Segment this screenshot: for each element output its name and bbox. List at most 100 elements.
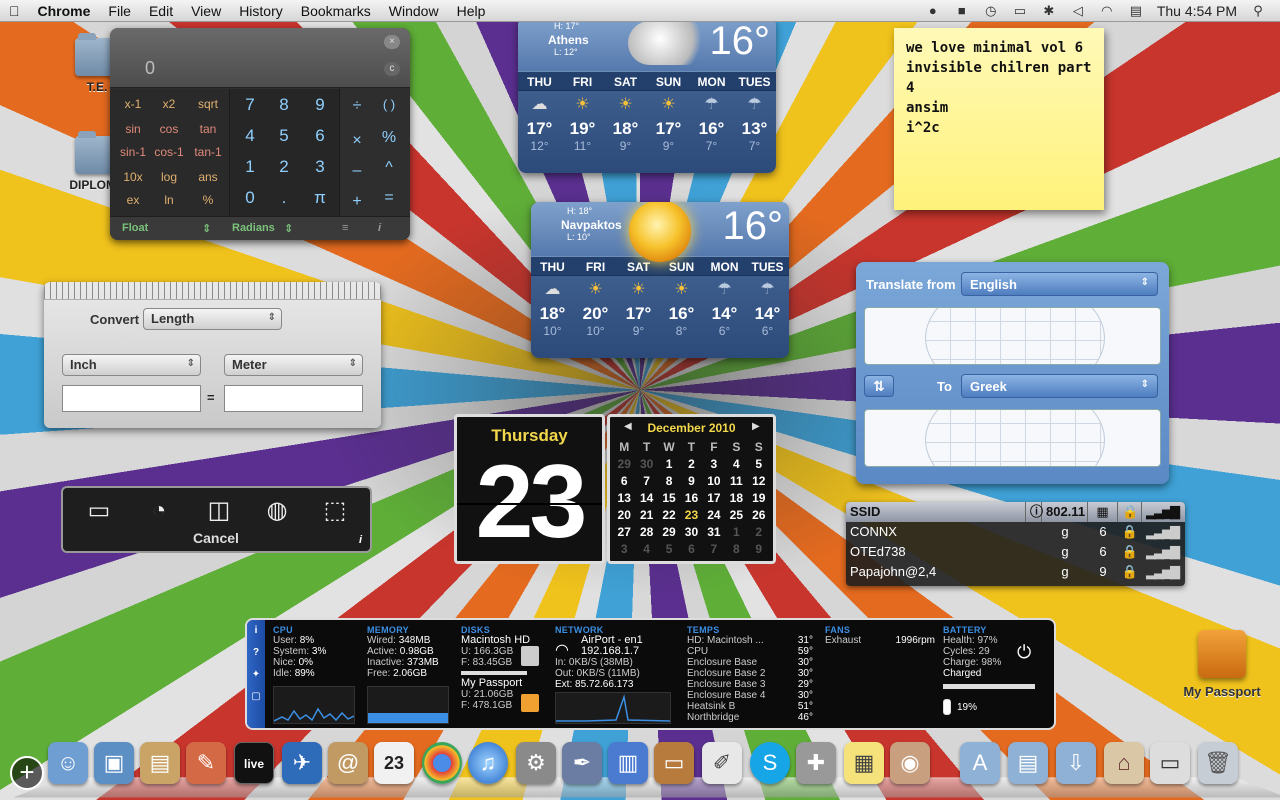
sticky-note[interactable]: we love minimal vol 6 invisible chilren … [894,28,1104,210]
calendar-day[interactable]: 7 [635,472,657,489]
key-power[interactable]: ^ [378,159,400,177]
key-sin[interactable]: sin [116,122,150,136]
swap-languages-button[interactable]: ⇅ [864,375,894,397]
finder-icon[interactable]: ☺ [48,742,88,784]
timer-capture-icon[interactable]: ◔ [139,494,179,528]
home-icon[interactable]: ⌂ [1104,742,1144,784]
cancel-button[interactable]: Cancel [193,530,239,546]
key-decimal[interactable]: . [272,188,296,208]
calendar-day[interactable]: 3 [703,455,725,472]
lock-icon[interactable]: 🔒 [1118,502,1142,522]
calendar-day[interactable]: 8 [658,472,680,489]
calendar-day[interactable]: 14 [635,489,657,506]
ableton-live-icon[interactable]: live [234,742,274,784]
key-tan[interactable]: tan [190,122,226,136]
gauge-icon[interactable]: ◍ [257,494,297,528]
folder-icon[interactable]: ▤ [140,742,180,784]
photo-booth-icon[interactable]: ◉ [890,742,930,784]
documents-folder-icon[interactable]: ▤ [1008,742,1048,784]
help-icon[interactable]: ? [247,642,265,664]
float-mode-select[interactable]: Float [122,222,148,234]
calendar-day[interactable]: 26 [748,506,770,523]
my-passport-drive[interactable]: My Passport [1180,630,1264,699]
bluetooth-icon[interactable]: ✱ [1041,3,1057,18]
key-7[interactable]: 7 [238,95,262,115]
app-menu[interactable]: Chrome [29,3,100,19]
menu-window[interactable]: Window [380,3,448,19]
app-tray-icon[interactable]: ■ [954,3,970,18]
key-percent[interactable]: % [378,129,400,147]
calendar-day[interactable]: 27 [613,523,635,540]
to-value-input[interactable] [224,385,363,412]
calendar-day[interactable]: 29 [613,455,635,472]
key-acos[interactable]: cos-1 [150,145,188,159]
wifi-icon[interactable]: ◠ [1099,3,1115,18]
calendar-day[interactable]: 19 [748,489,770,506]
ical-icon[interactable]: 23 [374,742,414,784]
calendar-day[interactable]: 16 [680,489,702,506]
key-ans[interactable]: ans [190,170,226,184]
key-2[interactable]: 2 [272,157,296,177]
clear-button[interactable]: c [384,62,400,76]
calendar-day[interactable]: 6 [680,540,702,557]
info-icon[interactable]: i [359,534,362,546]
key-4[interactable]: 4 [238,126,262,146]
calendar-day[interactable]: 15 [658,489,680,506]
system-preferences-icon[interactable]: ⚙ [516,742,556,784]
window-icon[interactable]: ▢ [247,686,265,708]
info-icon[interactable]: ⓘ [1026,502,1043,522]
calendar-day[interactable]: 5 [748,455,770,472]
channel-grid-icon[interactable]: ▦ [1088,502,1118,522]
info-icon[interactable]: i [378,222,381,234]
key-5[interactable]: 5 [272,126,296,146]
flip-date-widget[interactable]: Thursday 23 [454,414,605,564]
key-log[interactable]: log [152,170,186,184]
info-icon[interactable]: i [247,620,265,642]
calendar-day[interactable]: 11 [725,472,747,489]
calendar-day[interactable]: 6 [613,472,635,489]
volume-icon[interactable]: ◁ [1070,3,1086,18]
calendar-day[interactable]: 30 [635,455,657,472]
wifi-network-row[interactable]: CONNX g 6 🔒 ▂▃▅▇ [846,522,1185,542]
menu-edit[interactable]: Edit [140,3,182,19]
key-1[interactable]: 1 [238,157,262,177]
spotlight-icon[interactable]: ⚲ [1250,3,1266,18]
paper-tape-icon[interactable]: ≡ [342,222,348,234]
calendar-day[interactable]: 13 [613,489,635,506]
menu-file[interactable]: File [99,3,140,19]
key-exp[interactable]: ex [116,193,150,207]
display-capture-icon[interactable]: ▭ [79,494,119,528]
skype-icon[interactable]: S [750,742,790,784]
calendar-day[interactable]: 4 [635,540,657,557]
signal-icon[interactable]: ▂▃▅▇ [1142,502,1182,522]
address-book-icon[interactable]: @ [328,742,368,784]
key-pi[interactable]: π [308,188,332,208]
ssid-header[interactable]: SSID [846,502,1026,522]
key-8[interactable]: 8 [272,95,296,115]
key-3[interactable]: 3 [308,157,332,177]
calendar-day[interactable]: 3 [613,540,635,557]
calendar-day[interactable]: 29 [658,523,680,540]
calendar-day[interactable]: 21 [635,506,657,523]
source-language-select[interactable]: English [961,272,1158,296]
menu-history[interactable]: History [230,3,292,19]
calendar-day[interactable]: 24 [703,506,725,523]
calendar-day[interactable]: 12 [748,472,770,489]
textedit-icon[interactable]: ✐ [702,742,742,784]
to-unit-select[interactable]: Meter [224,354,363,376]
menu-help[interactable]: Help [448,3,495,19]
calendar-day[interactable]: 31 [703,523,725,540]
key-pow10[interactable]: 10x [116,170,150,184]
calendar-day[interactable]: 22 [658,506,680,523]
calendar-day[interactable]: 5 [658,540,680,557]
itunes-icon[interactable]: ♫ [468,742,508,784]
display-icon[interactable]: ▭ [1012,3,1028,18]
pen-tool-icon[interactable]: ✒ [562,742,602,784]
skype-tray-icon[interactable]: ● [925,3,941,18]
calendar-day[interactable]: 1 [658,455,680,472]
calendar-day[interactable]: 8 [725,540,747,557]
calendar-day[interactable]: 18 [725,489,747,506]
protocol-header[interactable]: 802.11 [1042,502,1088,522]
wifi-network-row[interactable]: OTEd738 g 6 🔒 ▂▃▅▇ [846,542,1185,562]
tools-icon[interactable]: ✎ [186,742,226,784]
